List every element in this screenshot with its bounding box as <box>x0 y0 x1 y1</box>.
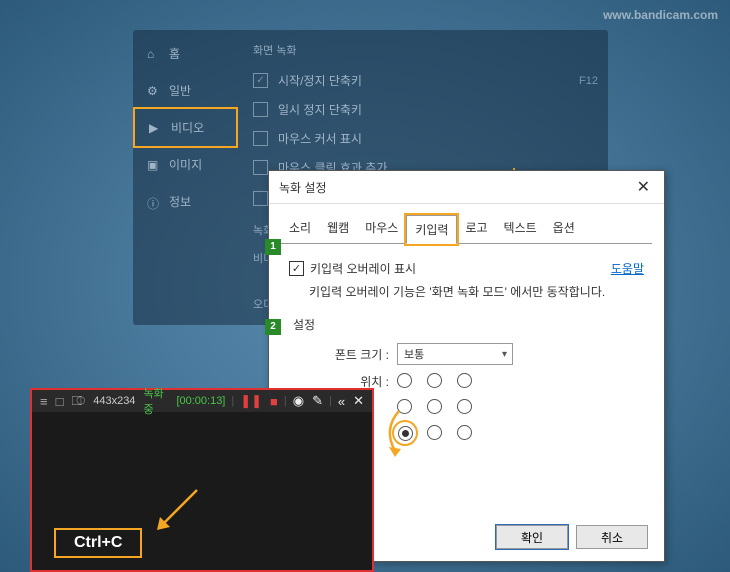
recording-toolbar: ≡ □ ⎄ 443x234 녹화 중 [00:00:13] | ❚❚ ■ | ◉… <box>32 390 372 412</box>
sidebar-item-label: 이미지 <box>169 156 202 173</box>
sidebar-item-general[interactable]: ⚙ 일반 <box>133 72 238 109</box>
position-radio-5[interactable] <box>457 399 472 414</box>
font-size-select[interactable]: 보통 <box>397 343 513 365</box>
font-size-label: 폰트 크기 : <box>329 346 389 363</box>
sidebar-item-label: 정보 <box>169 193 191 210</box>
info-icon: ⓘ <box>147 195 161 209</box>
checkbox-icon[interactable] <box>253 131 268 146</box>
position-field: 위치 : <box>329 373 644 449</box>
settings-section-label: 설정 <box>293 316 644 333</box>
option-label: 마우스 커서 표시 <box>278 130 362 147</box>
video-icon: ▶ <box>149 121 163 135</box>
keystroke-note: 키입력 오버레이 기능은 '화면 녹화 모드' 에서만 동작합니다. <box>309 283 644 300</box>
stop-icon[interactable]: ■ <box>266 394 282 409</box>
option-label: 시작/정지 단축키 <box>278 72 362 89</box>
position-radio-1[interactable] <box>427 373 442 388</box>
help-link[interactable]: 도움말 <box>611 260 644 277</box>
curved-arrow-icon <box>381 409 411 459</box>
separator: | <box>229 395 236 407</box>
sidebar-item-label: 홈 <box>169 45 180 62</box>
position-radio-0[interactable] <box>397 373 412 388</box>
callout-one: 1 <box>265 239 281 255</box>
keystroke-overlay: Ctrl+C <box>54 528 142 558</box>
dialog-footer: 확인 취소 <box>496 525 648 549</box>
stop-square-icon[interactable]: □ <box>52 394 68 409</box>
camera-icon[interactable]: ◉ <box>289 393 308 409</box>
pause-icon[interactable]: ❚❚ <box>236 393 266 409</box>
keystroke-overlay-row: ✓ 키입력 오버레이 표시 도움말 <box>289 260 644 277</box>
recording-time: [00:00:13] <box>172 395 229 407</box>
tab-webcam[interactable]: 웹캠 <box>319 214 357 243</box>
dialog-tabs: 소리 웹캠 마우스 키입력 로고 텍스트 옵션 <box>269 204 664 243</box>
pencil-icon[interactable]: ✎ <box>308 393 327 409</box>
position-radio-7[interactable] <box>427 425 442 440</box>
position-radio-8[interactable] <box>457 425 472 440</box>
tab-text[interactable]: 텍스트 <box>496 214 545 243</box>
section-title-capture: 화면 녹화 <box>253 42 608 58</box>
tab-keystroke[interactable]: 키입력 <box>406 215 457 244</box>
separator: | <box>282 395 289 407</box>
sidebar-item-image[interactable]: ▣ 이미지 <box>133 146 238 183</box>
close-icon[interactable]: ✕ <box>633 177 654 197</box>
recording-overlay-preview: ≡ □ ⎄ 443x234 녹화 중 [00:00:13] | ❚❚ ■ | ◉… <box>30 388 374 572</box>
watermark-text: www.bandicam.com <box>603 8 718 22</box>
home-icon: ⌂ <box>147 47 161 61</box>
crop-icon[interactable]: ⎄ <box>67 393 89 409</box>
separator: | <box>327 395 334 407</box>
recording-status: 녹화 중 <box>139 385 172 417</box>
tab-options[interactable]: 옵션 <box>545 214 583 243</box>
checkbox-icon[interactable] <box>253 102 268 117</box>
cancel-button[interactable]: 취소 <box>576 525 648 549</box>
tab-logo[interactable]: 로고 <box>457 214 495 243</box>
chevron-icon[interactable]: « <box>334 394 349 409</box>
callout-two: 2 <box>265 319 281 335</box>
menu-icon[interactable]: ≡ <box>36 394 52 409</box>
checkbox-icon[interactable]: ✓ <box>253 73 268 88</box>
dialog-header: 녹화 설정 ✕ <box>269 171 664 204</box>
gear-icon: ⚙ <box>147 84 161 98</box>
dialog-title: 녹화 설정 <box>279 179 327 196</box>
sidebar-item-video[interactable]: ▶ 비디오 <box>133 107 238 148</box>
option-label: 일시 정지 단축키 <box>278 101 362 118</box>
keystroke-overlay-label: 키입력 오버레이 표시 <box>310 260 416 277</box>
option-mouse-cursor[interactable]: 마우스 커서 표시 <box>243 124 608 153</box>
option-start-stop-hotkey[interactable]: ✓ 시작/정지 단축키 F12 <box>243 66 608 95</box>
hotkey-value: F12 <box>579 75 598 87</box>
option-pause-hotkey[interactable]: 일시 정지 단축키 <box>243 95 608 124</box>
dimensions-text: 443x234 <box>89 395 139 407</box>
checkbox-icon[interactable] <box>253 191 268 206</box>
sidebar-item-info[interactable]: ⓘ 정보 <box>133 183 238 220</box>
position-radio-2[interactable] <box>457 373 472 388</box>
arrow-to-keystroke-icon <box>152 485 202 535</box>
ok-button[interactable]: 확인 <box>496 525 568 549</box>
close-icon[interactable]: ✕ <box>349 393 368 409</box>
sidebar-item-label: 비디오 <box>171 119 204 136</box>
font-size-field: 폰트 크기 : 보통 <box>329 343 644 365</box>
keystroke-overlay-checkbox[interactable]: ✓ <box>289 261 304 276</box>
position-radio-4[interactable] <box>427 399 442 414</box>
tab-mouse[interactable]: 마우스 <box>357 214 406 243</box>
tab-sound[interactable]: 소리 <box>281 214 319 243</box>
sidebar: ⌂ 홈 ⚙ 일반 ▶ 비디오 ▣ 이미지 ⓘ 정보 <box>133 30 238 330</box>
image-icon: ▣ <box>147 158 161 172</box>
sidebar-item-home[interactable]: ⌂ 홈 <box>133 35 238 72</box>
sidebar-item-label: 일반 <box>169 82 191 99</box>
checkbox-icon[interactable] <box>253 160 268 175</box>
